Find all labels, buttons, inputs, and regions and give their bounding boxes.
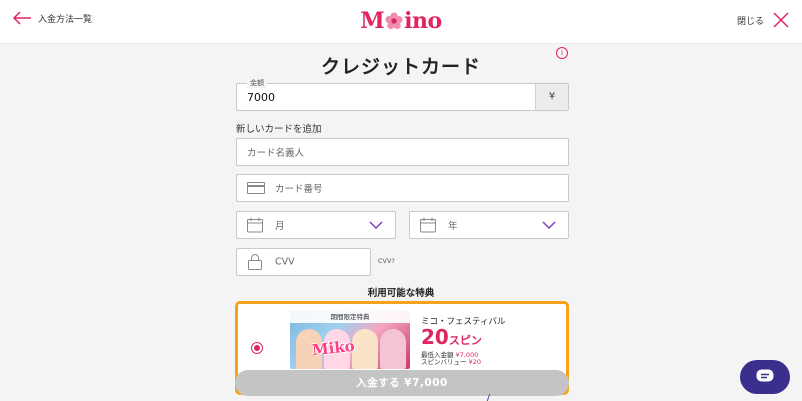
deposit-button[interactable]: 入金する ¥7,000 — [235, 370, 569, 396]
amount-field[interactable]: 金額 7000 ¥ — [236, 78, 569, 111]
spin-value-value: ¥20 — [468, 358, 481, 366]
expiry-year-select[interactable]: 年 — [409, 211, 569, 239]
bonus-spins: 20スピン — [421, 325, 482, 349]
arrow-left-icon — [12, 11, 31, 25]
amount-value[interactable]: 7000 — [247, 91, 275, 104]
cvv-input[interactable]: CVV — [236, 248, 371, 276]
info-icon[interactable]: i — [556, 47, 568, 59]
spin-count: 20 — [421, 325, 449, 349]
character-figure — [380, 329, 406, 369]
expiry-month-select[interactable]: 月 — [236, 211, 396, 239]
limited-time-tag: 期間限定特典 — [290, 311, 410, 323]
close-label: 閉じる — [736, 16, 764, 27]
close-button[interactable]: 閉じる — [737, 11, 790, 29]
bonus-radio-selected[interactable] — [251, 342, 263, 354]
radio-dot — [254, 345, 260, 351]
chevron-down-icon — [542, 221, 556, 229]
cvv-placeholder: CVV — [275, 256, 295, 268]
logo-text-left: M — [360, 8, 385, 34]
cvv-help-link[interactable]: CVV? — [378, 257, 395, 265]
chat-button[interactable] — [740, 360, 790, 394]
logo-text-right: ino — [404, 8, 442, 34]
card-number-placeholder: カード番号 — [275, 184, 323, 195]
close-x-icon — [773, 12, 789, 28]
spin-unit: スピン — [448, 334, 482, 347]
chevron-down-icon — [369, 221, 383, 229]
chat-icon — [756, 369, 774, 382]
back-to-payment-methods[interactable]: 入金方法一覧 — [12, 11, 92, 25]
currency-symbol: ¥ — [535, 84, 568, 110]
top-bar: 入金方法一覧 M ino 閉じる — [0, 0, 802, 44]
decorative-stroke — [486, 394, 494, 401]
available-bonuses-heading: 利用可能な特典 — [367, 288, 435, 299]
lock-icon — [248, 254, 262, 270]
card-holder-input[interactable]: カード名義人 — [236, 138, 569, 166]
calendar-icon — [420, 217, 436, 233]
year-placeholder: 年 — [448, 221, 458, 232]
month-placeholder: 月 — [275, 221, 285, 232]
amount-label: 金額 — [247, 78, 267, 88]
flower-icon — [385, 12, 403, 30]
back-label: 入金方法一覧 — [38, 14, 93, 25]
card-holder-placeholder: カード名義人 — [247, 148, 305, 159]
card-number-input[interactable]: カード番号 — [236, 174, 569, 202]
credit-card-icon — [247, 182, 265, 194]
spin-value-label: スピンバリュー — [421, 358, 467, 366]
calendar-icon — [247, 217, 263, 233]
spin-value-row: スピンバリュー ¥20 — [421, 356, 481, 366]
bonus-image: Miko 期間限定特典 — [290, 311, 410, 369]
moon-logo[interactable]: M ino — [349, 6, 453, 36]
page-title: クレジットカード — [320, 56, 481, 78]
add-card-heading: 新しいカードを追加 — [236, 124, 322, 135]
character-figure — [352, 329, 378, 369]
